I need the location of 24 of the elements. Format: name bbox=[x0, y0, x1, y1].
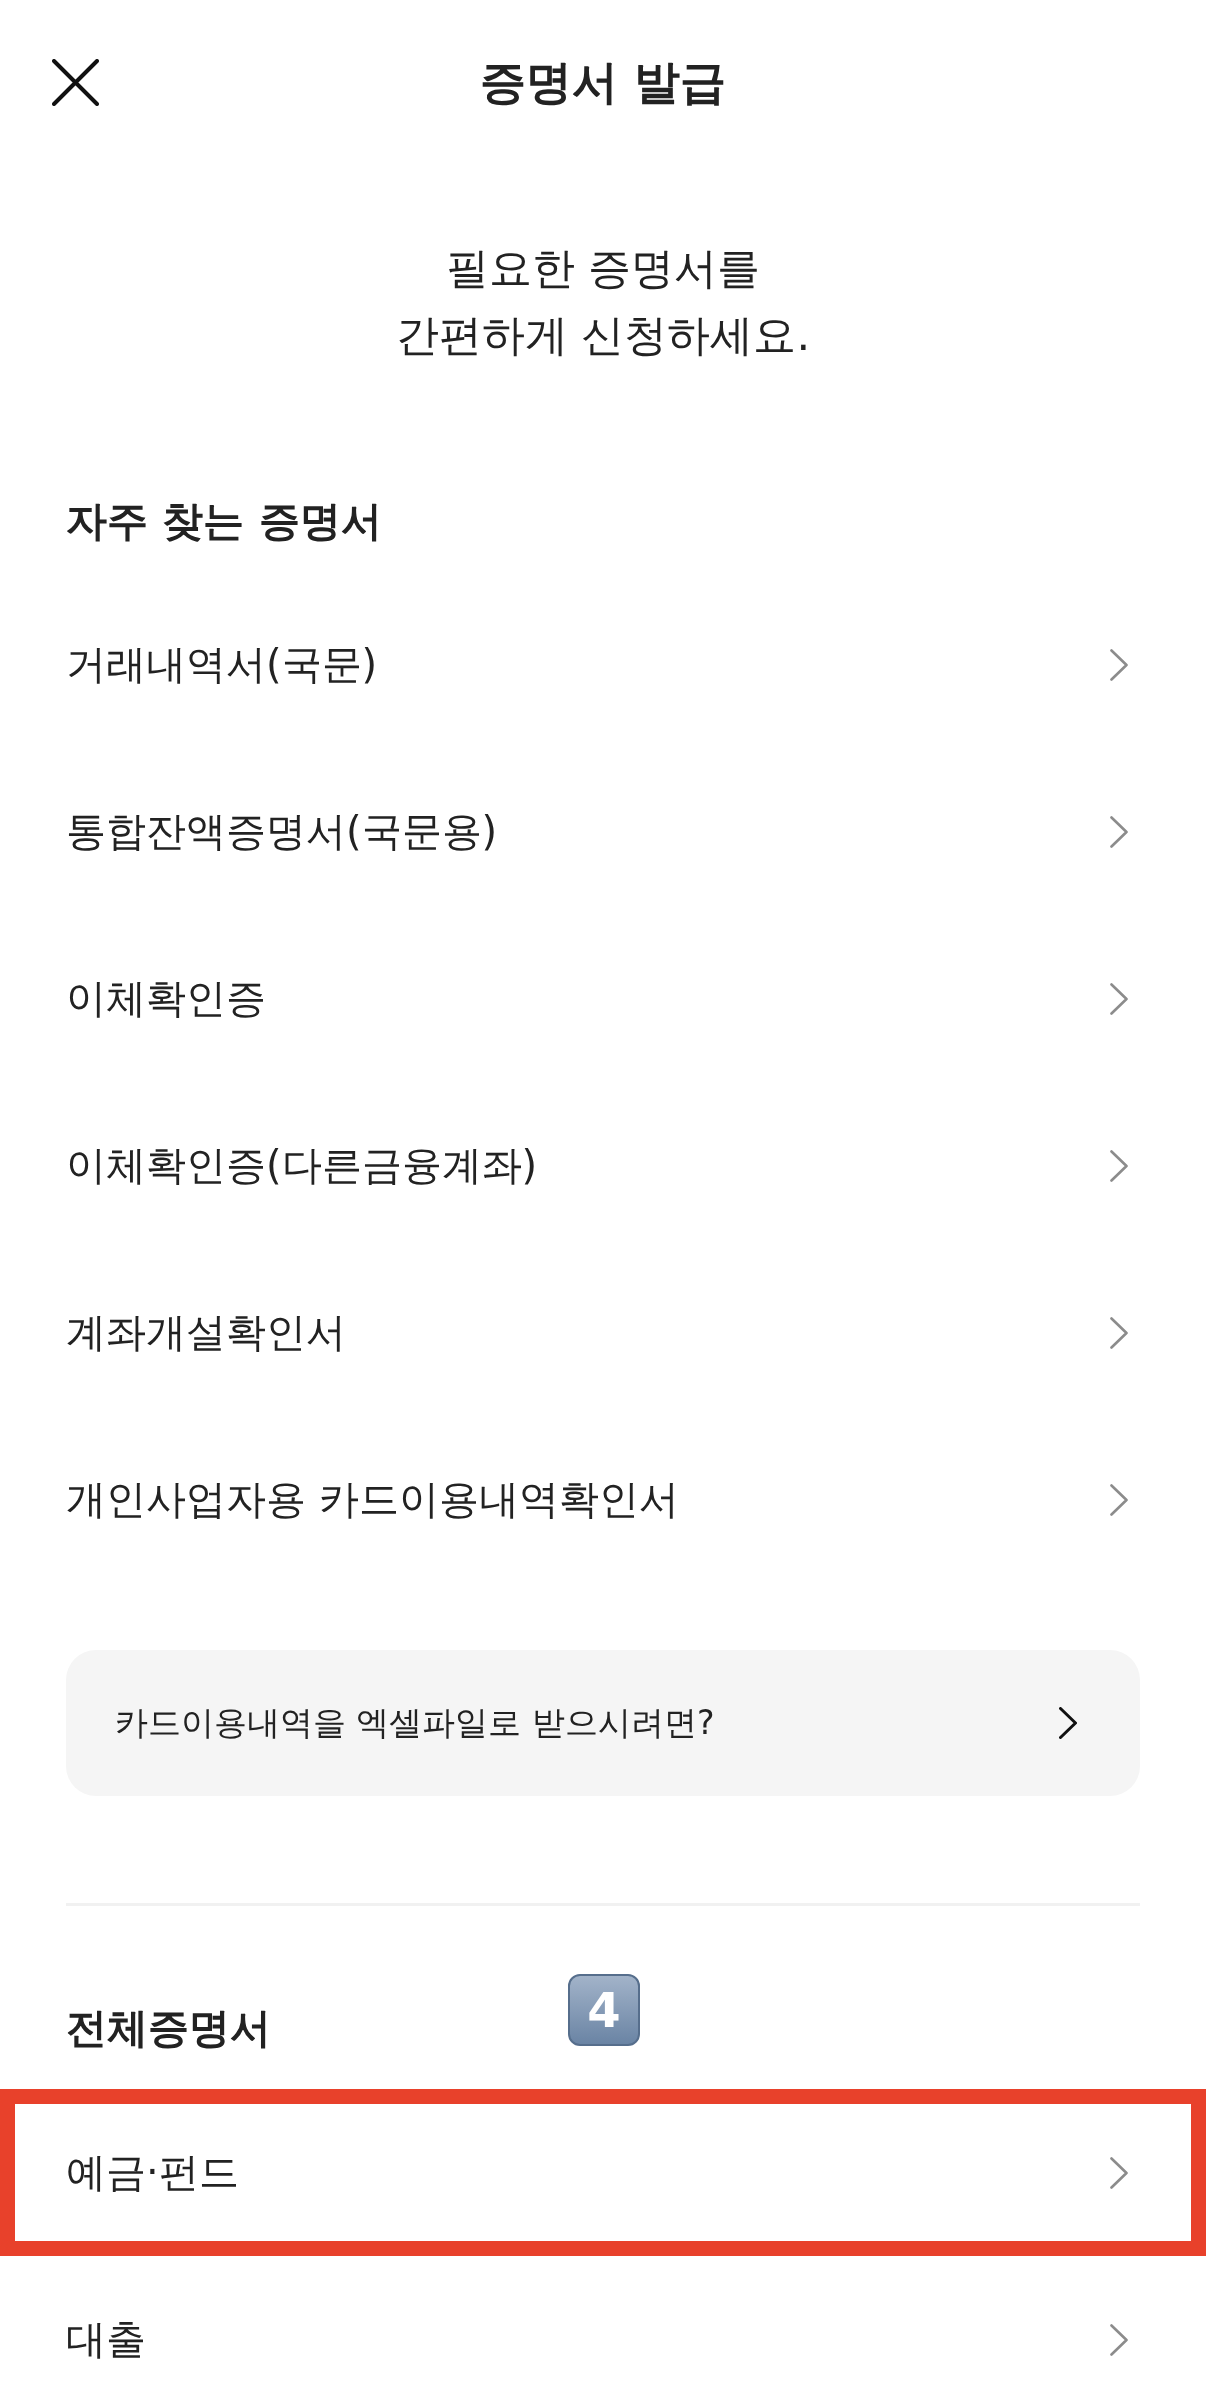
excel-download-banner[interactable]: 카드이용내역을 엑셀파일로 받으시려면? bbox=[66, 1650, 1140, 1796]
certificate-list-item[interactable]: 대출 bbox=[0, 2256, 1206, 2406]
chevron-right-icon bbox=[1110, 2323, 1128, 2356]
page-title: 증명서 발급 bbox=[480, 54, 726, 111]
section-heading: 전체증명서 bbox=[66, 2003, 271, 2054]
chevron-right-icon bbox=[1110, 982, 1128, 1015]
chevron-right-icon bbox=[1110, 815, 1128, 848]
certificate-list-item[interactable]: 통합잔액증명서(국문용) bbox=[0, 748, 1206, 915]
chevron-right-icon bbox=[1059, 1707, 1077, 1739]
certificate-list-item[interactable]: 거래내역서(국문) bbox=[0, 581, 1206, 748]
chevron-right-icon bbox=[1110, 648, 1128, 681]
chevron-right-icon bbox=[1110, 2156, 1128, 2189]
certificate-list-item[interactable]: 계좌개설확인서 bbox=[0, 1249, 1206, 1416]
intro-text: 필요한 증명서를 간편하게 신청하세요. bbox=[395, 242, 811, 362]
number-badge: 4 bbox=[568, 1974, 640, 2046]
chevron-right-icon bbox=[1110, 1316, 1128, 1349]
certificate-list-item[interactable]: 이체확인증(다른금융계좌) bbox=[0, 1082, 1206, 1249]
close-icon bbox=[52, 58, 99, 106]
chevron-right-icon bbox=[1110, 1483, 1128, 1516]
chevron-right-icon bbox=[1110, 1149, 1128, 1182]
section-heading: 자주 찾는 증명서 bbox=[66, 496, 382, 547]
certificate-list-item[interactable]: 예금·펀드 bbox=[0, 2089, 1206, 2256]
certificate-list-item[interactable]: 이체확인증 bbox=[0, 915, 1206, 1082]
certificate-list-item[interactable]: 개인사업자용 카드이용내역확인서 bbox=[0, 1416, 1206, 1583]
